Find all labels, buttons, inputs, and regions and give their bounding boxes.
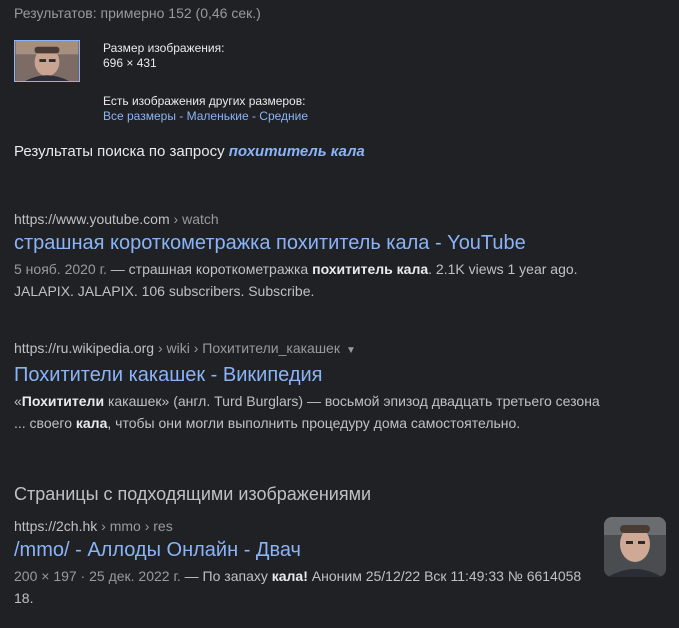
result-snippet: 5 нояб. 2020 г. — страшная короткометраж… <box>14 258 614 302</box>
image-size-value: 696 × 431 <box>103 56 157 70</box>
result-meta: 200 × 197 · 25 дек. 2022 г. <box>14 568 181 584</box>
result-snippet: 200 × 197 · 25 дек. 2022 г. — По запаху … <box>14 565 594 609</box>
link-separator: - <box>248 109 260 123</box>
result-url[interactable]: https://ru.wikipedia.org › wiki › Похити… <box>14 339 614 360</box>
snippet-highlight: кала <box>75 415 108 431</box>
result-breadcrumbs: › mmo › res <box>97 518 173 534</box>
page-result: https://2ch.hk › mmo › res /mmo/ - Аллод… <box>14 517 594 609</box>
search-result: https://ru.wikipedia.org › wiki › Похити… <box>14 339 614 434</box>
other-sizes-block: Есть изображения других размеров: Все ра… <box>103 94 308 124</box>
person-photo-icon <box>15 41 79 81</box>
snippet-text: — По запаху <box>180 568 272 584</box>
result-title-link[interactable]: страшная короткометражка похититель кала… <box>14 230 614 256</box>
best-guess-line: Результаты поиска по запросу похититель … <box>14 143 365 160</box>
best-guess-query-link[interactable]: похититель кала <box>229 143 365 160</box>
result-title-link[interactable]: /mmo/ - Аллоды Онлайн - Двач <box>14 537 594 563</box>
snippet-text: , чтобы они могли выполнить процедуру до… <box>107 415 521 431</box>
result-url[interactable]: https://2ch.hk › mmo › res <box>14 517 594 535</box>
medium-sizes-link[interactable]: Средние <box>259 109 308 123</box>
snippet-text: « <box>14 393 22 409</box>
result-host: https://2ch.hk <box>14 518 98 534</box>
caret-down-icon[interactable]: ▼ <box>346 345 356 356</box>
snippet-highlight: кала! <box>271 568 308 584</box>
query-image-thumbnail[interactable] <box>14 40 80 82</box>
small-sizes-link[interactable]: Маленькие <box>187 109 249 123</box>
result-title-link[interactable]: Похитители какашек - Википедия <box>14 362 614 388</box>
person-photo-icon <box>604 517 666 577</box>
matching-pages-heading: Страницы с подходящими изображениями <box>14 484 372 504</box>
snippet-highlight: похититель кала <box>312 261 429 277</box>
size-links: Все размеры - Маленькие - Средние <box>103 109 308 124</box>
result-snippet: «Похитители какашек» (англ. Turd Burglar… <box>14 390 614 434</box>
page-result-thumbnail[interactable] <box>604 517 666 577</box>
snippet-text: — страшная короткометражка <box>106 261 313 277</box>
result-url[interactable]: https://www.youtube.com › watch <box>14 210 614 228</box>
search-result: https://www.youtube.com › watch страшная… <box>14 210 614 302</box>
result-date: 5 нояб. 2020 г. <box>14 261 107 277</box>
result-breadcrumbs: › watch <box>169 211 219 227</box>
best-guess-prefix: Результаты поиска по запросу <box>14 143 225 160</box>
other-sizes-label: Есть изображения других размеров: <box>103 94 306 108</box>
search-results-page: Результатов: примерно 152 (0,46 сек.) Ра… <box>0 0 679 628</box>
result-host: https://ru.wikipedia.org <box>14 340 155 356</box>
all-sizes-link[interactable]: Все размеры <box>103 109 176 123</box>
result-host: https://www.youtube.com <box>14 211 170 227</box>
snippet-highlight: Похитители <box>21 393 105 409</box>
link-separator: - <box>175 109 187 123</box>
result-breadcrumbs: › wiki › Похитители_какашек <box>154 340 340 356</box>
result-stats: Результатов: примерно 152 (0,46 сек.) <box>14 5 261 21</box>
image-size-label: Размер изображения: <box>103 41 225 55</box>
image-size-info: Размер изображения: 696 × 431 <box>103 41 224 71</box>
